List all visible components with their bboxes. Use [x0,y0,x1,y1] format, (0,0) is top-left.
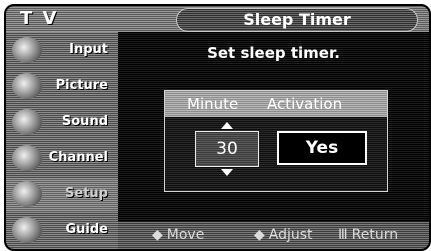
sidebar-item-label: Picture [55,78,108,93]
sidebar: Input Picture Sound Channel Setup Guide [6,32,118,249]
arrow-down-icon[interactable] [221,169,233,176]
minute-value-field[interactable]: 30 [195,131,259,167]
return-label: Return [351,227,399,243]
adjust-icon: ◆ [254,227,265,243]
sidebar-item-channel[interactable]: Channel [6,142,118,176]
picture-icon [12,73,42,99]
sound-icon [12,109,42,135]
top-bar: T V Sleep Timer [6,6,429,32]
sidebar-item-setup[interactable]: Setup [6,178,118,212]
activation-toggle[interactable]: Yes [277,131,367,165]
input-icon [12,37,42,63]
sidebar-item-label: Guide [65,222,108,237]
activation-column-label: Activation [267,95,343,113]
menu-title: Sleep Timer [243,10,351,29]
adjust-label: Adjust [268,227,313,243]
setup-icon [12,181,42,207]
move-icon: ◆ [152,227,163,243]
adjust-hint: ◆ Adjust [254,227,313,243]
channel-icon [12,145,42,171]
return-icon: Ⅲ [338,227,348,243]
column-header: Minute Activation [165,91,387,117]
main-panel: Set sleep timer. Minute Activation 30 Ye… [118,32,429,222]
sidebar-item-sound[interactable]: Sound [6,106,118,140]
arrow-up-icon[interactable] [221,122,233,129]
sidebar-item-label: Channel [48,150,108,165]
sidebar-item-label: Input [69,42,108,57]
sidebar-item-label: Sound [61,114,108,129]
minute-column-label: Minute [187,95,239,113]
tv-label: T V [20,8,59,29]
sidebar-item-guide[interactable]: Guide [6,214,118,248]
footer-hints: ◆ Move ◆ Adjust Ⅲ Return [118,222,429,249]
move-hint: ◆ Move [152,227,204,243]
sidebar-item-picture[interactable]: Picture [6,70,118,104]
sleep-timer-panel: Minute Activation 30 Yes [164,90,388,192]
move-label: Move [166,227,205,243]
sidebar-item-input[interactable]: Input [6,34,118,68]
title-pill: Sleep Timer [176,8,418,32]
subtitle: Set sleep timer. [207,44,340,62]
sidebar-item-label: Setup [65,186,108,201]
guide-icon [12,217,42,243]
tv-menu-frame: T V Sleep Timer Input Picture Sound Chan… [4,4,431,251]
return-hint[interactable]: Ⅲ Return [338,227,398,243]
